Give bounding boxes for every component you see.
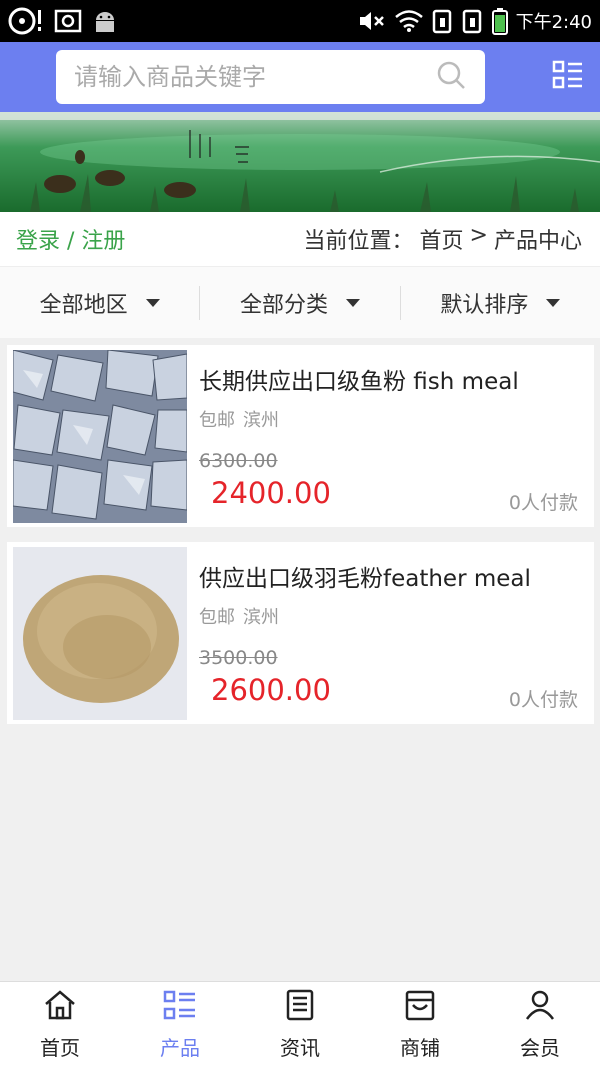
product-card[interactable]: 长期供应出口级鱼粉 fish meal 包邮 滨州 6300.00 2400.0… — [7, 345, 594, 527]
disc-icon — [8, 6, 44, 36]
product-tags: 包邮 滨州 — [199, 406, 588, 432]
filter-label: 默认排序 — [440, 292, 529, 318]
tab-home[interactable]: 首页 — [0, 982, 120, 1067]
shipping-tag: 包邮 — [199, 410, 235, 431]
search-icon[interactable] — [435, 59, 467, 95]
original-price: 6300.00 — [199, 450, 278, 472]
tab-label: 产品 — [160, 1035, 200, 1060]
battery-icon — [491, 7, 508, 35]
original-price: 3500.00 — [199, 647, 278, 669]
bottom-tab-bar: 首页 产品 资讯 商铺 会员 — [0, 981, 600, 1067]
grid-list-icon — [163, 989, 197, 1026]
shipping-tag: 包邮 — [199, 607, 235, 628]
sales-count: 0人付款 — [508, 492, 578, 514]
filter-category[interactable]: 全部分类 — [199, 285, 399, 320]
tab-label: 资讯 — [280, 1035, 320, 1060]
mute-icon — [358, 9, 386, 33]
product-card[interactable]: 供应出口级羽毛粉feather meal 包邮 滨州 3500.00 2600.… — [7, 542, 594, 724]
filter-label: 全部分类 — [239, 292, 328, 318]
breadcrumb-prefix: 当前位置： — [303, 229, 414, 254]
tab-news[interactable]: 资讯 — [240, 982, 360, 1067]
city-tag: 滨州 — [243, 410, 279, 431]
grid-list-icon — [552, 59, 584, 95]
menu-button[interactable] — [550, 59, 586, 95]
search-input[interactable] — [74, 63, 414, 91]
shop-icon — [403, 989, 437, 1026]
product-image[interactable] — [13, 547, 187, 720]
user-icon — [523, 989, 557, 1026]
city-tag: 滨州 — [243, 607, 279, 628]
banner-illustration — [0, 112, 600, 212]
header — [0, 42, 600, 112]
tab-member[interactable]: 会员 — [480, 982, 600, 1067]
news-icon — [283, 989, 317, 1026]
status-bar: 下午2:40 — [0, 0, 600, 42]
tab-label: 首页 — [40, 1035, 80, 1060]
product-title[interactable]: 长期供应出口级鱼粉 fish meal — [199, 362, 588, 396]
sim-signal-icon — [432, 8, 454, 34]
breadcrumb-home-link[interactable]: 首页 — [420, 223, 464, 255]
product-tags: 包邮 滨州 — [199, 603, 588, 629]
home-icon — [43, 989, 77, 1026]
caret-down-icon — [346, 298, 360, 307]
wifi-icon — [394, 9, 424, 33]
filter-label: 全部地区 — [39, 292, 128, 318]
product-image[interactable] — [13, 350, 187, 523]
sim-signal-icon — [462, 8, 484, 34]
sale-price: 2600.00 — [211, 673, 331, 707]
product-info: 长期供应出口级鱼粉 fish meal 包邮 滨州 6300.00 2400.0… — [187, 350, 588, 522]
tab-label: 会员 — [520, 1035, 560, 1060]
status-right: 下午2:40 — [358, 7, 592, 35]
sales-count: 0人付款 — [508, 689, 578, 711]
filter-region[interactable]: 全部地区 — [0, 286, 199, 320]
sale-price: 2400.00 — [211, 476, 331, 510]
filter-bar: 全部地区 全部分类 默认排序 — [0, 266, 600, 338]
status-time: 下午2:40 — [515, 12, 592, 33]
breadcrumb-current: 产品中心 — [493, 229, 582, 254]
filter-sort[interactable]: 默认排序 — [399, 285, 600, 320]
tab-products[interactable]: 产品 — [120, 982, 240, 1067]
caret-down-icon — [145, 298, 160, 307]
login-register-link[interactable]: 登录 / 注册 — [16, 223, 125, 255]
banner-image[interactable] — [0, 112, 600, 212]
breadcrumb-separator: > — [469, 223, 488, 248]
status-left — [8, 6, 118, 36]
tab-label: 商铺 — [400, 1035, 440, 1060]
android-icon — [92, 8, 118, 34]
search-box[interactable] — [56, 50, 485, 104]
tab-shop[interactable]: 商铺 — [360, 982, 480, 1067]
product-title[interactable]: 供应出口级羽毛粉feather meal — [199, 559, 588, 593]
location-bar: 登录 / 注册 当前位置： 首页 > 产品中心 — [0, 212, 600, 266]
screenshot-icon — [54, 8, 82, 34]
caret-down-icon — [546, 298, 561, 307]
product-info: 供应出口级羽毛粉feather meal 包邮 滨州 3500.00 2600.… — [187, 547, 588, 719]
breadcrumb: 当前位置： 首页 > 产品中心 — [304, 223, 582, 255]
